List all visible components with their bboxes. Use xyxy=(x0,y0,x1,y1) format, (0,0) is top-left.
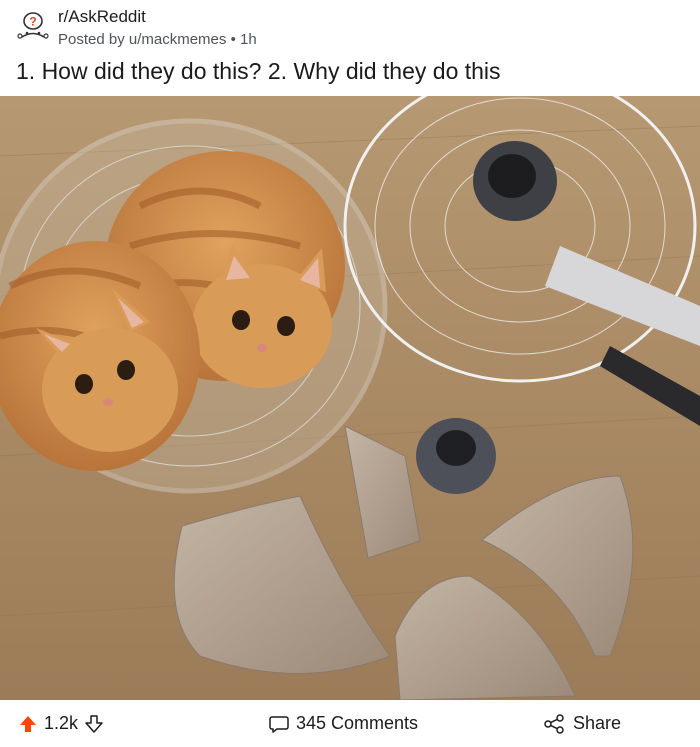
vote-group: 1.2k xyxy=(18,700,104,747)
upvote-icon[interactable] xyxy=(18,714,38,734)
downvote-icon[interactable] xyxy=(84,714,104,734)
post-image[interactable] xyxy=(0,96,700,700)
post-title[interactable]: 1. How did they do this? 2. Why did they… xyxy=(16,56,686,86)
svg-text:?: ? xyxy=(29,15,36,29)
comments-count: 345 Comments xyxy=(296,713,419,733)
post-header: ? r/AskReddit Posted by u/mackmemes • 1h xyxy=(0,0,700,56)
share-button[interactable]: Share xyxy=(543,700,621,747)
subreddit-name[interactable]: r/AskReddit xyxy=(58,7,146,27)
post-meta: Posted by u/mackmemes • 1h xyxy=(58,31,257,48)
post-actions-bar: 1.2k 345 Comments Share xyxy=(0,700,700,747)
comments-button[interactable]: 345 Comments xyxy=(268,700,418,747)
subreddit-avatar-icon[interactable]: ? xyxy=(16,8,50,42)
share-icon xyxy=(543,713,565,735)
comment-icon xyxy=(268,713,290,735)
vote-count: 1.2k xyxy=(44,713,79,733)
share-label: Share xyxy=(573,713,622,733)
